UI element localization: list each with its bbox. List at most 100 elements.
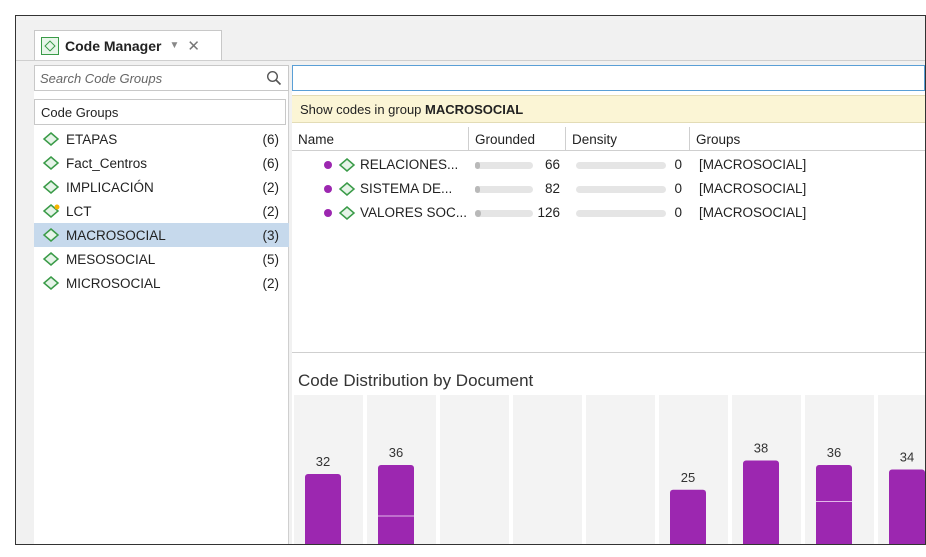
chart-data-label: 38 (754, 441, 768, 456)
chart-column-background (513, 395, 582, 544)
column-header-grounded[interactable]: Grounded (469, 127, 566, 151)
code-icon (338, 182, 356, 199)
density-value: 0 (674, 181, 682, 196)
code-group-label: MACROSOCIAL (66, 227, 166, 243)
code-group-icon (42, 204, 60, 218)
chart-svg: 32 36 25 38 36 34 (294, 395, 925, 546)
code-group-count: (3) (262, 227, 280, 243)
code-group-count: (2) (262, 275, 280, 291)
table-header: Name Grounded Density Groups (292, 127, 925, 151)
code-group-label: LCT (66, 203, 92, 219)
chart-bar[interactable] (670, 489, 706, 545)
code-groups-value: [MACROSOCIAL] (699, 157, 807, 172)
code-group-count: (2) (262, 203, 280, 219)
chart-bar[interactable] (889, 469, 925, 546)
codes-panel: Show codes in group MACROSOCIAL Name Gro… (292, 65, 925, 546)
chart-bar[interactable] (378, 465, 414, 545)
code-group-icon (42, 228, 60, 242)
chart-data-label: 32 (316, 454, 330, 469)
column-header-density[interactable]: Density (566, 127, 690, 151)
grounded-value: 82 (544, 181, 560, 196)
grounded-bar (475, 210, 533, 217)
code-groups-panel: Code Groups ETAPAS (6) Fact_Centros (6) IMPL… (34, 65, 289, 544)
code-group-icon (42, 156, 60, 170)
grounded-bar (475, 186, 533, 193)
code-group-icon (42, 252, 60, 266)
close-icon[interactable]: ✕ (187, 37, 200, 55)
chart-title: Code Distribution by Document (298, 371, 534, 390)
code-distribution-chart: 32 36 25 38 36 34 (292, 395, 925, 546)
code-group-item[interactable]: Fact_Centros (6) (34, 151, 289, 175)
code-group-label: IMPLICACIÓN (66, 179, 154, 195)
code-group-item[interactable]: MACROSOCIAL (3) (34, 223, 289, 247)
code-group-icon (42, 180, 60, 194)
code-group-icon (42, 132, 60, 146)
density-value: 0 (674, 157, 682, 172)
chart-data-label: 34 (900, 450, 914, 465)
chart-bar[interactable] (305, 474, 341, 545)
tab-code-manager[interactable]: Code Manager ▼ ✕ (34, 30, 222, 60)
code-groups-value: [MACROSOCIAL] (699, 181, 807, 196)
chart-column-background (586, 395, 655, 544)
tab-title: Code Manager (65, 37, 162, 54)
tab-bar: Code Manager ▼ ✕ (16, 16, 925, 61)
code-group-count: (6) (262, 155, 280, 171)
code-group-label: MESOSOCIAL (66, 251, 156, 267)
density-value: 0 (674, 205, 682, 220)
code-group-item[interactable]: IMPLICACIÓN (2) (34, 175, 289, 199)
code-group-item[interactable]: ETAPAS (6) (34, 127, 289, 151)
color-dot (324, 161, 332, 169)
color-dot (324, 185, 332, 193)
density-bar (576, 210, 666, 217)
search-icon[interactable] (266, 70, 282, 86)
banner-prefix: Show codes in group (300, 102, 426, 117)
chart-data-label: 25 (681, 470, 695, 485)
code-groups-value: [MACROSOCIAL] (699, 205, 807, 220)
code-group-count: (2) (262, 179, 280, 195)
code-name: VALORES SOC... (360, 205, 468, 220)
grounded-value: 66 (544, 157, 560, 172)
code-groups-header[interactable]: Code Groups (34, 99, 286, 125)
code-group-count: (6) (262, 131, 280, 147)
code-icon (338, 158, 356, 175)
code-manager-icon (41, 36, 59, 55)
code-group-list: ETAPAS (6) Fact_Centros (6) IMPLICACIÓN (2) LC… (34, 127, 289, 295)
code-group-item[interactable]: MESOSOCIAL (5) (34, 247, 289, 271)
code-group-label: ETAPAS (66, 131, 118, 147)
code-icon (338, 206, 356, 223)
column-header-groups[interactable]: Groups (690, 127, 925, 151)
grounded-bar-fill (475, 210, 481, 217)
codes-table: Name Grounded Density Groups RELACIONES.… (292, 127, 925, 353)
column-header-name[interactable]: Name (292, 127, 469, 151)
filter-input[interactable] (292, 65, 925, 91)
code-group-icon (42, 276, 60, 290)
search-box (34, 65, 289, 91)
code-group-item[interactable]: LCT (2) (34, 199, 289, 223)
chart-bar[interactable] (816, 465, 852, 545)
group-banner: Show codes in group MACROSOCIAL (292, 95, 925, 123)
code-group-label: MICROSOCIAL (66, 275, 161, 291)
code-group-label: Fact_Centros (66, 155, 148, 171)
grounded-value: 126 (537, 205, 560, 220)
chart-data-label: 36 (827, 445, 841, 460)
code-manager-window: Code Manager ▼ ✕ Code Groups ETAPAS(6)Fa… (15, 15, 926, 545)
code-group-item[interactable]: MICROSOCIAL (2) (34, 271, 289, 295)
table-row[interactable]: RELACIONES... 66 0 [MACROSOCIAL] (292, 153, 925, 177)
grounded-bar-fill (475, 186, 480, 193)
chart-bar[interactable] (743, 460, 779, 546)
density-bar (576, 162, 666, 169)
grounded-bar-fill (475, 162, 480, 169)
color-dot (324, 209, 332, 217)
code-name: SISTEMA DE... (360, 181, 453, 196)
grounded-bar (475, 162, 533, 169)
chevron-down-icon[interactable]: ▼ (169, 40, 179, 51)
code-group-count: (5) (262, 251, 280, 267)
chart-data-label: 36 (389, 445, 403, 460)
chart-column-background (440, 395, 509, 544)
density-bar (576, 186, 666, 193)
code-name: RELACIONES... (360, 157, 459, 172)
table-row[interactable]: VALORES SOC... 126 0 [MACROSOCIAL] (292, 201, 925, 225)
search-input[interactable] (40, 70, 250, 86)
table-row[interactable]: SISTEMA DE... 82 0 [MACROSOCIAL] (292, 177, 925, 201)
banner-group: MACROSOCIAL (425, 102, 524, 117)
